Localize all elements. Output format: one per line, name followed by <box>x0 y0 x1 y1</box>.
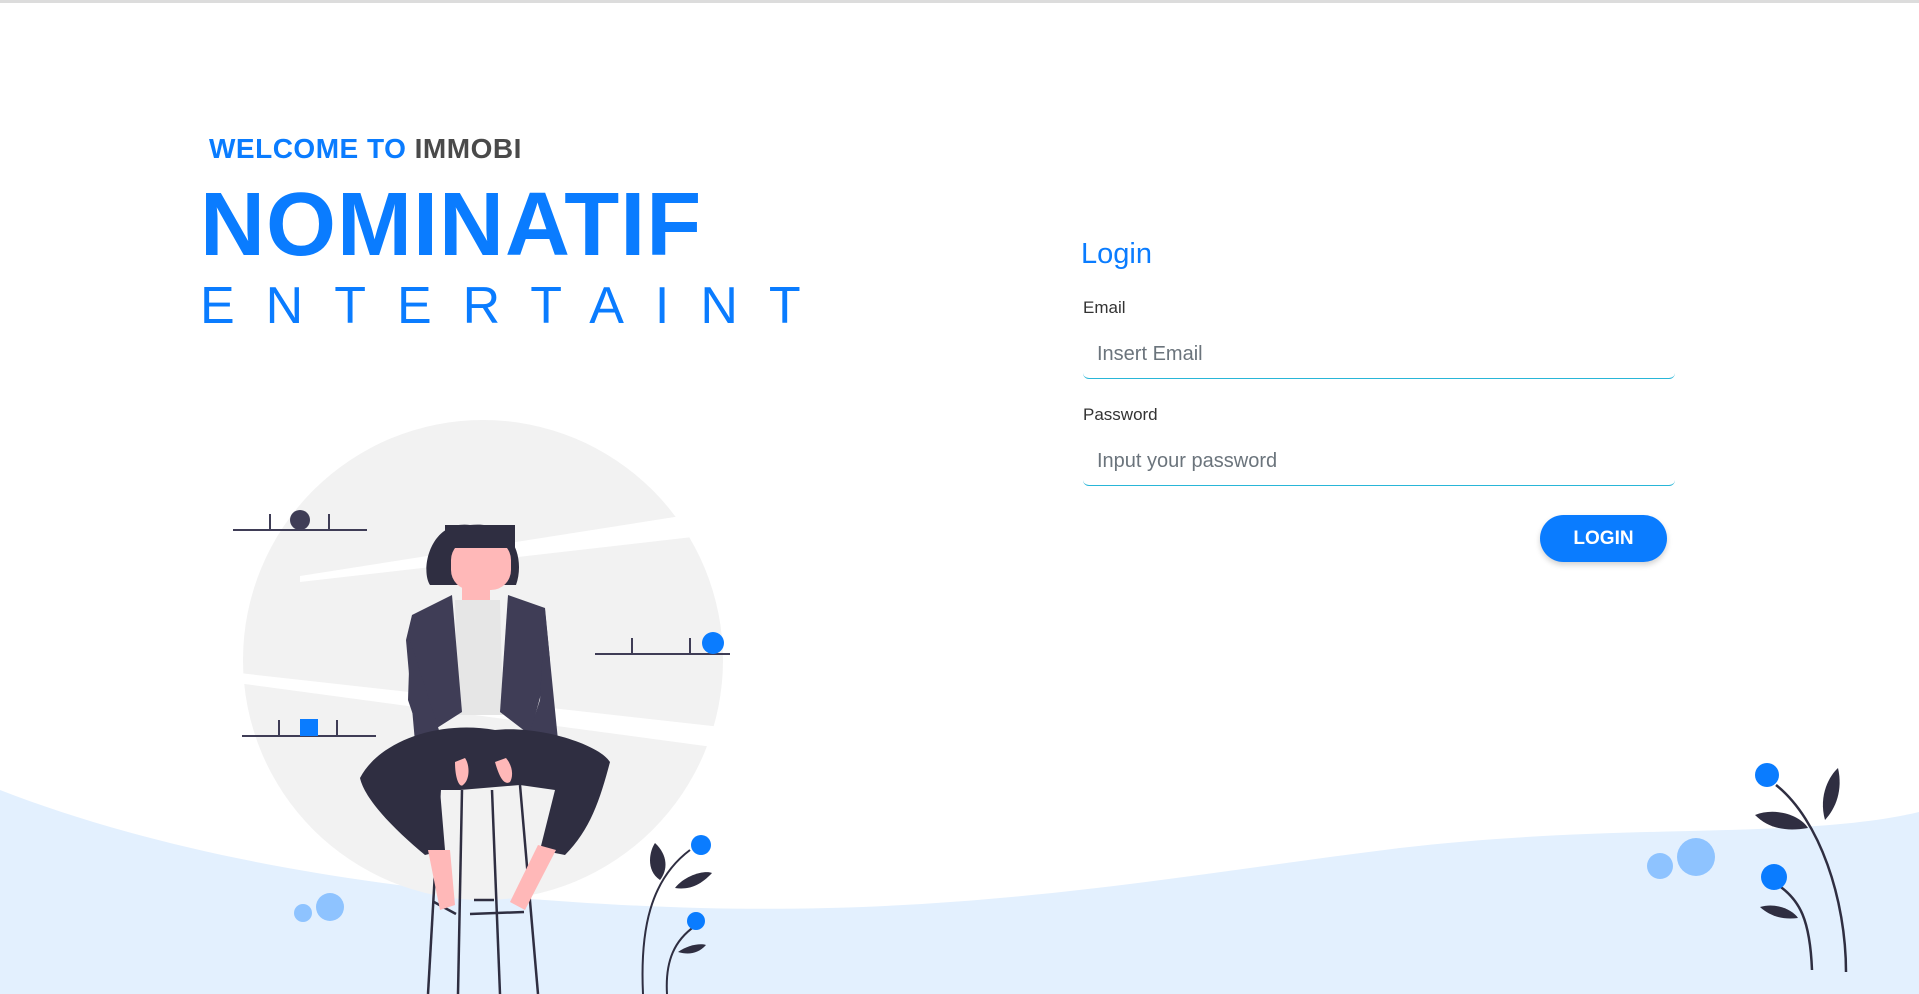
bubble-left-1 <box>294 904 312 922</box>
welcome-brand: IMMOBI <box>414 133 522 164</box>
welcome-heading: WELCOME TO IMMOBI <box>209 133 522 165</box>
bubble-right-1 <box>1647 853 1673 879</box>
welcome-prefix: WELCOME TO <box>209 133 407 164</box>
shelf-ball-dark <box>290 510 310 530</box>
shelf-box-blue <box>300 719 318 736</box>
email-field[interactable] <box>1083 331 1675 379</box>
brand-logo-sub: ENTERTAINT <box>200 277 832 335</box>
shelf-ball-blue <box>702 632 724 654</box>
bubble-left-2 <box>316 893 344 921</box>
login-title: Login <box>1081 238 1152 270</box>
email-label: Email <box>1083 298 1126 317</box>
login-button[interactable]: LOGIN <box>1540 515 1667 562</box>
password-label: Password <box>1083 405 1158 424</box>
background-wave <box>0 790 1919 994</box>
bubble-right-2 <box>1677 838 1715 876</box>
password-field[interactable] <box>1083 438 1675 486</box>
brand-logo-main: NOMINATIF <box>200 175 703 275</box>
